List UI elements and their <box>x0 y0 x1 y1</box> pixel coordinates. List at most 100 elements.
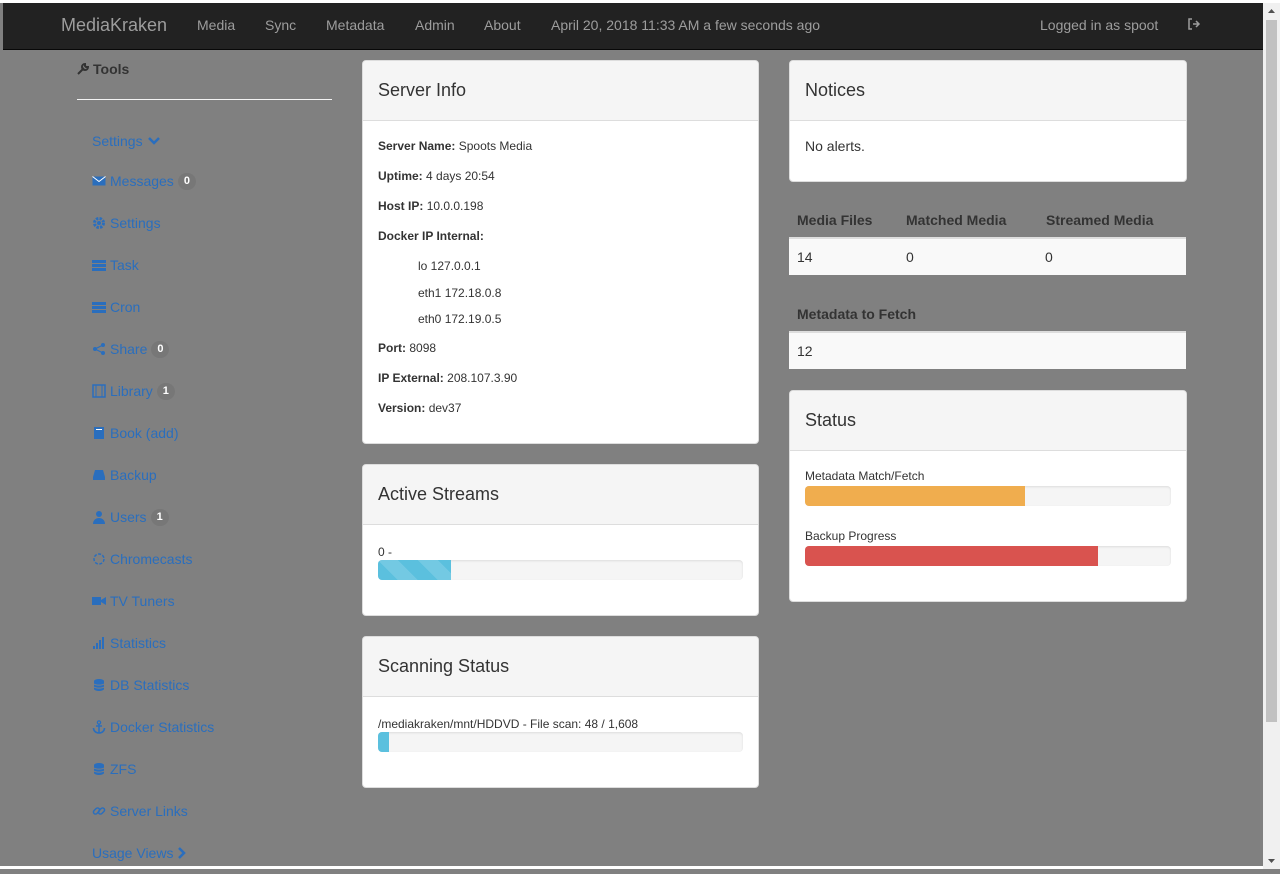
sidebar-item-server-links[interactable]: Server Links <box>92 801 188 821</box>
metadata-table-row: 12 <box>789 331 1186 369</box>
logout-icon[interactable] <box>1187 17 1201 31</box>
list-icon <box>92 302 106 313</box>
sidebar-item-library[interactable]: Library 1 <box>92 381 175 401</box>
streamed-media-value: 0 <box>1045 249 1053 265</box>
docker-ip-item: eth0 172.19.0.5 <box>418 312 502 326</box>
anchor-icon <box>92 720 106 734</box>
sidebar-item-label: Server Links <box>110 803 188 819</box>
metadata-match-label: Metadata Match/Fetch <box>805 469 925 483</box>
sidebar-item-label: Backup <box>110 467 157 483</box>
sidebar-title-label: Tools <box>93 61 130 77</box>
sidebar-item-task[interactable]: Task <box>92 255 139 275</box>
envelope-icon <box>92 176 106 186</box>
sidebar-item-users[interactable]: Users 1 <box>92 507 169 527</box>
server-name-row: Server Name: Spoots Media <box>378 139 532 153</box>
sidebar-item-label: Chromecasts <box>110 551 193 567</box>
sidebar-item-label: Usage Views <box>92 845 174 861</box>
users-count-badge: 1 <box>150 508 169 526</box>
sidebar-item-zfs[interactable]: ZFS <box>92 759 136 779</box>
database-icon <box>93 679 105 691</box>
nav-admin[interactable]: Admin <box>415 17 455 33</box>
signal-icon <box>93 637 104 649</box>
user-icon <box>93 511 105 524</box>
sidebar-item-share[interactable]: Share 0 <box>92 339 170 359</box>
sidebar-item-settings-toggle[interactable]: Settings <box>92 131 161 151</box>
version-label: Version: <box>378 401 426 415</box>
page-scrollbar[interactable] <box>1263 3 1280 869</box>
sidebar-item-label: Docker Statistics <box>110 719 215 735</box>
uptime-value: 4 days 20:54 <box>426 169 495 183</box>
link-icon <box>92 807 106 815</box>
brand-link[interactable]: MediaKraken <box>61 15 167 36</box>
share-icon <box>93 343 105 355</box>
nav-metadata[interactable]: Metadata <box>326 17 384 33</box>
notices-heading: Notices <box>790 61 1186 121</box>
sidebar-item-db-statistics[interactable]: DB Statistics <box>92 675 189 695</box>
sidebar-divider <box>77 99 332 100</box>
version-value: dev37 <box>428 401 462 415</box>
sidebar-item-usage-views[interactable]: Usage Views <box>92 843 188 863</box>
sidebar-item-cron[interactable]: Cron <box>92 297 140 317</box>
docker-ip-label: Docker IP Internal: <box>378 229 484 243</box>
active-streams-progress <box>378 560 743 580</box>
library-count-badge: 1 <box>156 382 175 400</box>
messages-count-badge: 0 <box>177 172 196 190</box>
nav-sync[interactable]: Sync <box>265 17 296 33</box>
scanning-progress <box>378 732 743 752</box>
sidebar-item-label: Statistics <box>110 635 167 651</box>
host-ip-row: Host IP: 10.0.0.198 <box>378 199 483 213</box>
sidebar-item-book-add[interactable]: Book (add) <box>92 423 178 443</box>
hdd-icon <box>93 470 105 480</box>
book-icon <box>94 427 104 439</box>
media-files-header: Media Files <box>797 212 873 228</box>
sidebar-item-messages[interactable]: Messages 0 <box>92 171 196 191</box>
active-streams-heading: Active Streams <box>363 465 758 525</box>
notices-panel: Notices No alerts. <box>789 60 1187 182</box>
sidebar-item-label: Task <box>110 257 139 273</box>
sidebar-item-tv-tuners[interactable]: TV Tuners <box>92 591 175 611</box>
matched-media-value: 0 <box>906 249 914 265</box>
sidebar-item-label: TV Tuners <box>110 593 175 609</box>
scroll-up-arrow-icon[interactable] <box>1263 3 1280 20</box>
media-files-value: 14 <box>797 249 813 265</box>
nav-datetime: April 20, 2018 11:33 AM a few seconds ag… <box>551 17 821 33</box>
scroll-down-arrow-icon[interactable] <box>1263 852 1280 869</box>
top-navbar: MediaKraken Media Sync Metadata Admin Ab… <box>3 3 1263 50</box>
docker-ip-item: eth1 172.18.0.8 <box>418 286 502 300</box>
sidebar-item-docker-statistics[interactable]: Docker Statistics <box>92 717 214 737</box>
circle-notch-icon <box>93 553 105 565</box>
ip-external-label: IP External: <box>378 371 444 385</box>
sidebar-title: Tools <box>76 61 129 77</box>
server-info-panel: Server Info Server Name: Spoots Media Up… <box>362 60 759 444</box>
matched-media-header: Matched Media <box>906 212 1007 228</box>
server-name-value: Spoots Media <box>458 139 533 153</box>
metadata-to-fetch-header: Metadata to Fetch <box>797 306 917 322</box>
host-ip-value: 10.0.0.198 <box>426 199 484 213</box>
nav-logged-in-user[interactable]: Logged in as spoot <box>1040 17 1158 33</box>
wrench-icon <box>77 62 90 75</box>
list-icon <box>92 260 106 271</box>
server-info-heading: Server Info <box>363 61 758 121</box>
sidebar-item-backup[interactable]: Backup <box>92 465 157 485</box>
sidebar-item-statistics[interactable]: Statistics <box>92 633 166 653</box>
sidebar-item-label: Library <box>110 383 153 399</box>
uptime-label: Uptime: <box>378 169 423 183</box>
sidebar-item-label: Settings <box>92 133 143 149</box>
backup-progress-label: Backup Progress <box>805 529 897 543</box>
sidebar-item-settings[interactable]: Settings <box>92 213 161 233</box>
sidebar-item-label: Share <box>110 341 148 357</box>
docker-ip-row: Docker IP Internal: <box>378 229 484 243</box>
sidebar-item-chromecasts[interactable]: Chromecasts <box>92 549 192 569</box>
port-row: Port: 8098 <box>378 341 436 355</box>
scrollbar-thumb[interactable] <box>1266 20 1277 722</box>
sidebar-item-label: DB Statistics <box>110 677 190 693</box>
nav-about[interactable]: About <box>484 17 521 33</box>
uptime-row: Uptime: 4 days 20:54 <box>378 169 495 183</box>
chevron-right-icon <box>178 847 187 859</box>
metadata-match-progress <box>805 486 1171 506</box>
host-ip-label: Host IP: <box>378 199 424 213</box>
nav-media[interactable]: Media <box>197 17 235 33</box>
port-value: 8098 <box>409 341 437 355</box>
metadata-match-progress-fill <box>805 486 1025 506</box>
backup-progress <box>805 546 1171 566</box>
